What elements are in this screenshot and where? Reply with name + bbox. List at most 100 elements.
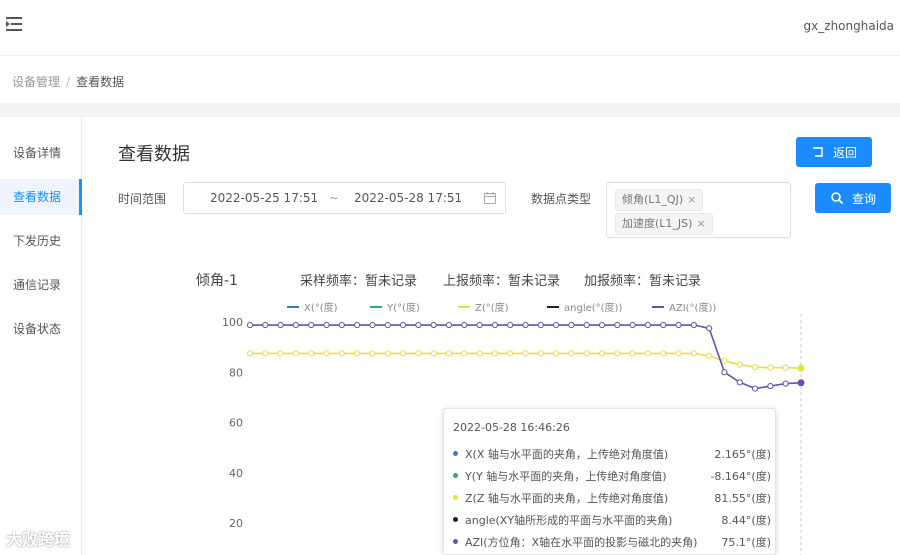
data-point — [690, 350, 697, 357]
tooltip-row-y: Y(Y 轴与水平面的夹角，上传绝对角度值) -8.164°(度) — [453, 468, 771, 488]
data-point — [660, 321, 667, 329]
tooltip-row-z: Z(Z 轴与水平面的夹角，上传绝对角度值) 81.55°(度) — [453, 490, 771, 510]
data-point — [461, 350, 468, 357]
data-point — [736, 379, 743, 386]
tooltip-series-name: Y(Y 轴与水平面的夹角，上传绝对角度值) — [465, 470, 667, 483]
tooltip-series-value: 75.1°(度) — [721, 536, 771, 549]
data-point — [491, 321, 498, 329]
data-point — [354, 350, 361, 357]
tooltip-row-x: X(X 轴与水平面的夹角，上传绝对角度值) 2.165°(度) — [453, 446, 771, 466]
series-dot-icon — [453, 495, 458, 500]
data-point — [644, 350, 652, 357]
tooltip-series-name: Z(Z 轴与水平面的夹角，上传绝对角度值) — [465, 492, 669, 505]
data-point — [262, 350, 269, 357]
data-point — [308, 350, 315, 357]
data-point — [399, 350, 407, 357]
data-point — [507, 350, 514, 357]
data-point — [522, 350, 529, 357]
data-point — [721, 369, 728, 376]
data-point — [461, 321, 468, 329]
data-point — [308, 321, 315, 329]
tooltip-time: 2022-05-28 16:46:26 — [453, 421, 570, 434]
data-point — [644, 321, 652, 329]
data-point — [476, 321, 483, 329]
data-point — [583, 350, 590, 357]
legend-label: X(°(度) — [304, 301, 338, 314]
series-dot-icon — [453, 451, 458, 456]
series-dot-icon — [453, 539, 458, 544]
data-point — [491, 350, 498, 357]
data-point — [537, 350, 544, 357]
data-point — [384, 321, 391, 329]
tooltip-series-name: X(X 轴与水平面的夹角，上传绝对角度值) — [465, 448, 669, 461]
data-point — [598, 321, 606, 329]
series-dot-icon — [453, 473, 458, 478]
tooltip-series-value: 8.44°(度) — [721, 514, 771, 527]
data-point — [675, 350, 682, 357]
data-point — [354, 321, 361, 329]
tooltip-row-azi: AZI(方位角：X轴在水平面的投影与磁北的夹角) 75.1°(度) — [453, 534, 771, 554]
data-point — [583, 321, 590, 329]
data-point — [721, 357, 728, 365]
series-dot-icon — [453, 517, 458, 522]
data-point — [751, 385, 759, 392]
legend-label: Z(°(度) — [475, 301, 509, 314]
data-point — [323, 350, 330, 357]
data-point — [507, 321, 514, 329]
data-point — [292, 350, 300, 357]
y-tick-label: 80 — [229, 366, 243, 379]
tooltip-series-value: 2.165°(度) — [714, 448, 771, 461]
y-tick-label: 100 — [222, 316, 243, 329]
legend-label: AZI(°(度)) — [669, 301, 716, 314]
data-point — [553, 350, 560, 357]
data-point — [415, 321, 422, 329]
data-point — [522, 321, 529, 329]
data-point — [706, 325, 713, 332]
data-point — [782, 364, 789, 371]
tooltip-series-value: -8.164°(度) — [710, 470, 771, 483]
data-point — [568, 350, 575, 357]
legend-label: angle(°(度)) — [564, 301, 622, 314]
data-point — [629, 321, 636, 329]
watermark-text: 大败跨境 — [6, 530, 71, 549]
legend-label: Y(°(度) — [386, 301, 420, 314]
data-point — [430, 321, 437, 329]
data-point — [751, 364, 759, 371]
data-point — [246, 321, 254, 329]
tooltip-series-name: angle(XY轴所形成的平面与水平面的夹角) — [465, 514, 673, 527]
data-point — [706, 352, 713, 360]
data-point — [338, 321, 345, 329]
data-point — [614, 321, 621, 329]
data-point — [690, 321, 697, 329]
data-point — [246, 350, 254, 357]
data-point — [736, 361, 743, 368]
data-point — [553, 321, 560, 329]
data-point — [369, 321, 376, 329]
data-point — [767, 364, 774, 371]
data-point — [384, 350, 391, 357]
data-point — [568, 321, 575, 329]
data-point — [430, 350, 437, 357]
data-point — [660, 350, 667, 357]
data-point — [292, 321, 300, 329]
data-point — [767, 382, 774, 390]
data-point — [277, 321, 284, 329]
data-point — [399, 321, 407, 329]
series-line — [250, 324, 802, 390]
data-point — [629, 350, 636, 357]
chart-tooltip: 2022-05-28 16:46:26 X(X 轴与水平面的夹角，上传绝对角度值… — [443, 408, 776, 555]
data-point — [797, 379, 805, 387]
data-point — [445, 321, 453, 329]
data-point — [277, 350, 284, 357]
data-point — [675, 321, 682, 329]
data-point — [338, 350, 345, 357]
data-point — [415, 350, 422, 357]
tooltip-series-value: 81.55°(度) — [714, 492, 771, 505]
y-tick-label: 60 — [229, 417, 243, 430]
data-point — [797, 364, 805, 372]
data-point — [445, 350, 453, 357]
data-point — [782, 380, 789, 387]
data-point — [369, 350, 376, 357]
y-tick-label: 20 — [229, 517, 243, 530]
tooltip-series-name: AZI(方位角：X轴在水平面的投影与磁北的夹角) — [465, 536, 698, 549]
